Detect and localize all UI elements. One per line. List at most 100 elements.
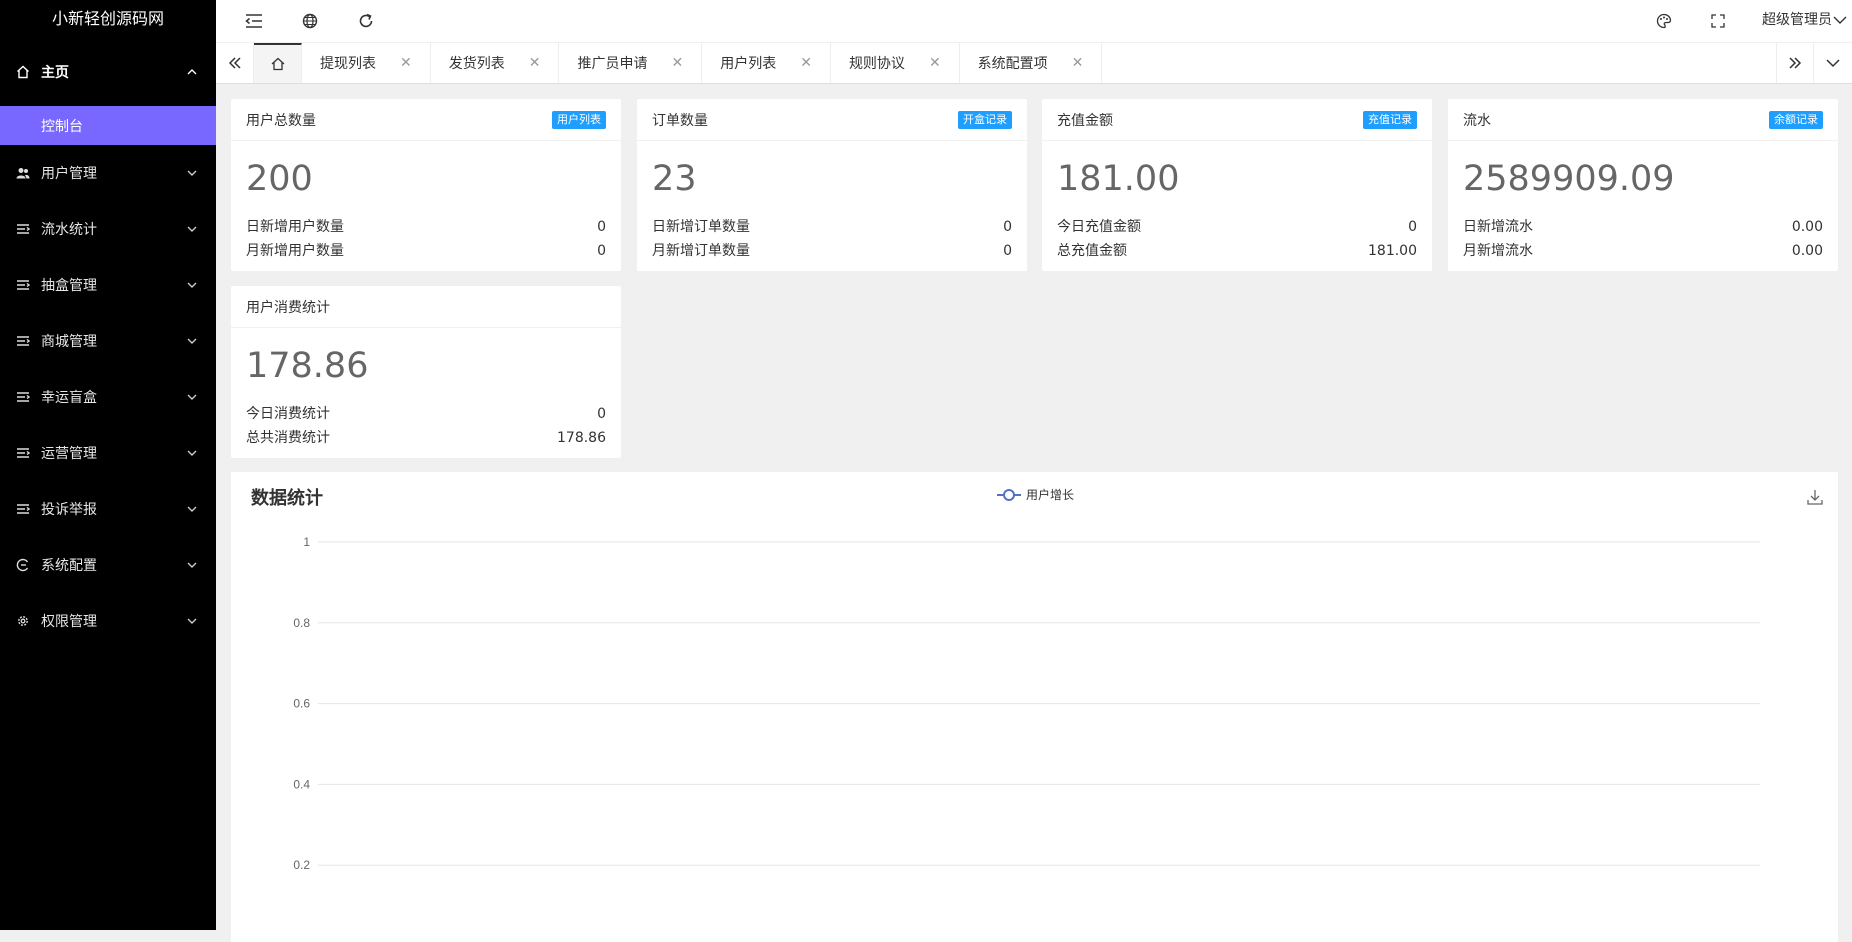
top-header: 超级管理员 (216, 0, 1852, 42)
card-title: 流水 (1463, 112, 1491, 129)
tab-withdraw-list[interactable]: 提现列表 ✕ (302, 43, 431, 83)
card-title: 用户消费统计 (246, 299, 330, 316)
tabs-menu-chevron-icon[interactable] (1814, 43, 1852, 83)
card-row: 日新增用户数量 0 (231, 215, 621, 239)
sidebar-item-label: 用户管理 (41, 166, 97, 182)
stat-card-orders: 订单数量 开盒记录 23 日新增订单数量 0 月新增订单数量 0 (637, 99, 1027, 271)
card-badge-button[interactable]: 充值记录 (1363, 110, 1417, 129)
row-value: 0.00 (1791, 243, 1823, 259)
chevron-down-icon (187, 338, 197, 344)
list-icon (16, 334, 30, 348)
sidebar-subitem-label: 控制台 (41, 118, 83, 135)
tabs-scroll-left-icon[interactable] (216, 43, 254, 83)
chevron-down-icon (187, 450, 197, 456)
chevron-down-icon (187, 562, 197, 568)
tab-promoter-apply[interactable]: 推广员申请 ✕ (559, 43, 703, 83)
row-label: 总充值金额 (1057, 243, 1127, 259)
card-value: 178.86 (246, 346, 369, 386)
sidebar-item-operations[interactable]: 运营管理 (0, 425, 216, 481)
tab-system-config[interactable]: 系统配置项 ✕ (960, 43, 1103, 83)
row-value: 178.86 (557, 430, 606, 446)
sidebar-menu: 主页 控制台 用户管理 流水统计 抽盒管理 商城管理 幸运盲盒 运营管理 投诉举… (0, 38, 216, 649)
sidebar-subitem-dashboard[interactable]: 控制台 (0, 106, 216, 145)
y-tick-label: 0.6 (293, 697, 310, 711)
tab-home[interactable] (254, 43, 302, 83)
sidebar-item-label: 流水统计 (41, 222, 97, 238)
user-menu[interactable]: 超级管理员 (1762, 0, 1852, 40)
globe-icon[interactable] (300, 11, 320, 31)
stat-card-users: 用户总数量 用户列表 200 日新增用户数量 0 月新增用户数量 0 (231, 99, 621, 271)
sidebar-item-home[interactable]: 主页 (0, 38, 216, 106)
sidebar-item-label: 权限管理 (41, 614, 97, 630)
sidebar-item-box-draw[interactable]: 抽盒管理 (0, 257, 216, 313)
close-icon[interactable]: ✕ (400, 55, 412, 71)
sidebar-item-mall[interactable]: 商城管理 (0, 313, 216, 369)
tab-label: 提现列表 (320, 56, 376, 72)
sidebar-item-system-config[interactable]: 系统配置 (0, 537, 216, 593)
row-label: 月新增订单数量 (652, 243, 750, 259)
sidebar-item-label: 幸运盲盒 (41, 390, 97, 406)
chevron-down-icon (187, 394, 197, 400)
sidebar-item-label: 商城管理 (41, 334, 97, 350)
tab-shipping-list[interactable]: 发货列表 ✕ (431, 43, 560, 83)
card-title: 用户总数量 (246, 112, 316, 129)
card-badge-button[interactable]: 余额记录 (1769, 110, 1823, 129)
tabs-scroll-right-icon[interactable] (1776, 43, 1814, 83)
card-row: 月新增流水 0.00 (1448, 239, 1838, 263)
chevron-down-icon (187, 506, 197, 512)
close-icon[interactable]: ✕ (1072, 55, 1084, 71)
theme-palette-icon[interactable] (1654, 11, 1674, 31)
card-value: 2589909.09 (1463, 159, 1675, 199)
card-value: 23 (652, 159, 697, 199)
card-badge-button[interactable]: 用户列表 (552, 110, 606, 129)
user-name-label: 超级管理员 (1762, 12, 1832, 28)
row-label: 月新增用户数量 (246, 243, 344, 259)
stat-card-consumption: 用户消费统计 178.86 今日消费统计 0 总共消费统计 178.86 (231, 286, 621, 458)
list-icon (16, 278, 30, 292)
sidebar-item-label: 投诉举报 (41, 502, 97, 518)
gear-icon (16, 614, 30, 628)
chevron-down-icon (187, 226, 197, 232)
tab-user-list[interactable]: 用户列表 ✕ (702, 43, 831, 83)
y-tick-label: 0.2 (293, 858, 310, 872)
sidebar-item-users[interactable]: 用户管理 (0, 145, 216, 201)
row-value: 0 (597, 243, 606, 259)
card-title: 充值金额 (1057, 112, 1113, 129)
menu-collapse-icon[interactable] (244, 11, 264, 31)
close-icon[interactable]: ✕ (929, 55, 941, 71)
row-value: 181.00 (1368, 243, 1417, 259)
list-icon (16, 502, 30, 516)
app-logo[interactable]: 小新轻创源码网 (0, 0, 216, 38)
fullscreen-icon[interactable] (1708, 11, 1728, 31)
card-row: 日新增订单数量 0 (637, 215, 1027, 239)
card-row: 总共消费统计 178.86 (231, 426, 621, 450)
row-label: 日新增用户数量 (246, 219, 344, 235)
close-icon[interactable]: ✕ (800, 55, 812, 71)
sidebar-item-label: 抽盒管理 (41, 278, 97, 294)
chevron-down-icon (187, 618, 197, 624)
sidebar-item-flow-stats[interactable]: 流水统计 (0, 201, 216, 257)
tab-list: 提现列表 ✕ 发货列表 ✕ 推广员申请 ✕ 用户列表 ✕ 规则协议 ✕ 系统配置… (254, 43, 1103, 83)
sidebar-item-permissions[interactable]: 权限管理 (0, 593, 216, 649)
list-icon (16, 446, 30, 460)
sidebar-item-lucky-box[interactable]: 幸运盲盒 (0, 369, 216, 425)
refresh-icon[interactable] (356, 11, 376, 31)
sidebar-item-complaints[interactable]: 投诉举报 (0, 481, 216, 537)
card-row: 今日消费统计 0 (231, 402, 621, 426)
card-title: 订单数量 (652, 112, 708, 129)
list-icon (16, 222, 30, 236)
chevron-down-icon (187, 282, 197, 288)
card-row: 月新增用户数量 0 (231, 239, 621, 263)
card-row: 月新增订单数量 0 (637, 239, 1027, 263)
row-label: 总共消费统计 (246, 430, 330, 446)
tab-label: 系统配置项 (977, 56, 1048, 72)
card-badge-button[interactable]: 开盒记录 (958, 110, 1012, 129)
chevron-down-icon (187, 170, 197, 176)
tab-label: 推广员申请 (577, 56, 648, 72)
close-icon[interactable]: ✕ (671, 55, 683, 71)
row-value: 0 (1408, 219, 1417, 235)
card-value: 181.00 (1057, 159, 1180, 199)
tab-rules[interactable]: 规则协议 ✕ (831, 43, 960, 83)
close-icon[interactable]: ✕ (529, 55, 541, 71)
row-value: 0 (1003, 243, 1012, 259)
